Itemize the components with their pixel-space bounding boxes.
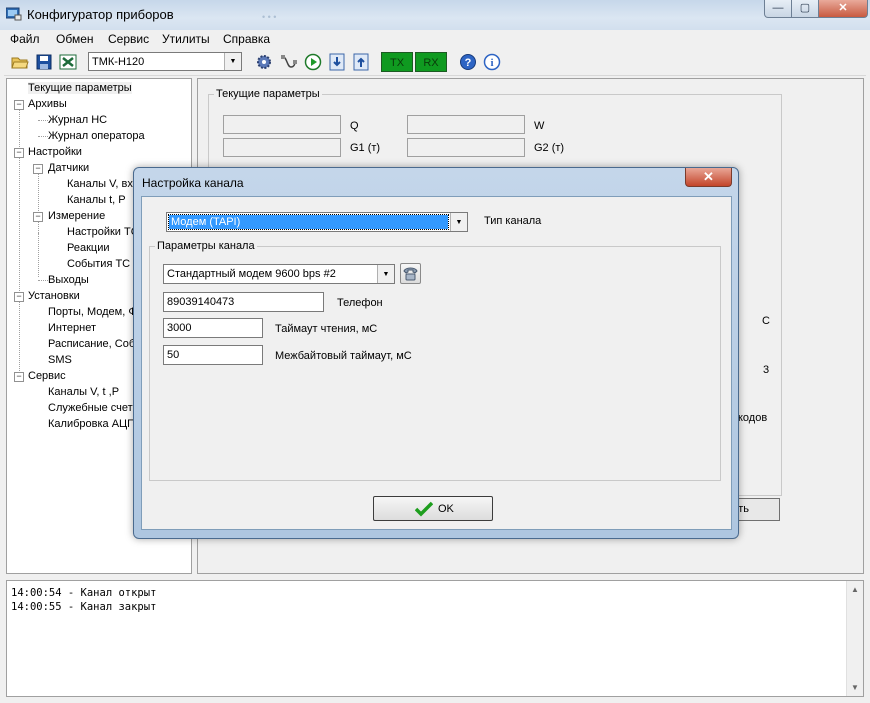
tree-item-service-counters[interactable]: Служебные счет: [48, 402, 133, 414]
menu-bar: Файл Обмен Сервис Утилиты Справка: [4, 30, 866, 48]
tree-collapse-icon[interactable]: −: [14, 292, 24, 302]
play-icon[interactable]: [304, 53, 322, 71]
tree-collapse-icon[interactable]: −: [14, 372, 24, 382]
tree-item-sensors[interactable]: Датчики: [48, 162, 89, 174]
device-select-value: ТМК-Н120: [92, 56, 145, 68]
g1-label: G1 (т): [350, 142, 381, 154]
q-label: Q: [350, 120, 359, 132]
tree-collapse-icon[interactable]: −: [14, 148, 24, 158]
menu-exchange[interactable]: Обмен: [56, 32, 94, 46]
download-icon[interactable]: [328, 53, 346, 71]
tree-item-schedule[interactable]: Расписание, Соб: [48, 338, 135, 350]
ok-button-label: OK: [438, 503, 454, 515]
tree-item-sms[interactable]: SMS: [48, 354, 72, 366]
tree-item-ts-settings[interactable]: Настройки ТС: [67, 226, 139, 238]
scroll-down-icon[interactable]: ▼: [851, 683, 859, 692]
open-folder-icon[interactable]: [11, 53, 29, 71]
tree-collapse-icon[interactable]: −: [33, 212, 43, 222]
w-field: [407, 115, 525, 134]
tree-item-internet[interactable]: Интернет: [48, 322, 96, 334]
event-log: 14:00:54 - Канал открыт 14:00:55 - Канал…: [6, 580, 864, 697]
ok-button[interactable]: [373, 496, 493, 521]
tree-item-service-channels[interactable]: Каналы V, t ,P: [48, 386, 119, 398]
minimize-button[interactable]: —: [764, 0, 792, 18]
g2-field: [407, 138, 525, 157]
byte-timeout-label: Межбайтовый таймаут, мС: [275, 350, 412, 362]
settings-gear-icon[interactable]: [255, 53, 273, 71]
svg-text:i: i: [490, 57, 493, 69]
tree-item-current-params[interactable]: Текущие параметры: [28, 82, 132, 94]
phone-input[interactable]: 89039140473: [163, 292, 324, 312]
close-button[interactable]: ✕: [818, 0, 868, 18]
tree-item-ts-events[interactable]: События ТС: [67, 258, 130, 270]
current-params-group-title: Текущие параметры: [214, 88, 322, 100]
upload-icon[interactable]: [352, 53, 370, 71]
channel-type-label: Тип канала: [484, 215, 542, 227]
g2-label: G2 (т): [534, 142, 565, 154]
log-scrollbar[interactable]: ▲ ▼: [846, 581, 863, 696]
menu-file[interactable]: Файл: [10, 32, 40, 46]
dialog-title: Настройка канала: [142, 176, 244, 190]
tree-collapse-icon[interactable]: −: [14, 100, 24, 110]
chevron-down-icon: ▼: [450, 213, 467, 231]
svg-text:?: ?: [465, 57, 472, 69]
q-field: [223, 115, 341, 134]
log-line: 14:00:55 - Канал закрыт: [11, 601, 157, 613]
menu-help[interactable]: Справка: [223, 32, 270, 46]
help-icon[interactable]: ?: [459, 53, 477, 71]
tree-item-outputs[interactable]: Выходы: [48, 274, 89, 286]
partial-label: 3: [763, 364, 770, 376]
modem-select[interactable]: Стандартный модем 9600 bps #2 ▼: [163, 264, 395, 284]
tree-item-adc-calibration[interactable]: Калибровка АЦП: [48, 418, 135, 430]
tree-item-reactions[interactable]: Реакции: [67, 242, 110, 254]
tree-item-channels-v[interactable]: Каналы V, вх: [67, 178, 133, 190]
info-icon[interactable]: i: [483, 53, 501, 71]
scroll-up-icon[interactable]: ▲: [851, 585, 859, 594]
channel-type-value: Модем (TAPI): [168, 214, 449, 230]
tree-collapse-icon[interactable]: −: [33, 164, 43, 174]
log-line: 14:00:54 - Канал открыт: [11, 587, 157, 599]
dialog-close-button[interactable]: ✕: [685, 168, 732, 187]
tree-item-service[interactable]: Сервис: [28, 370, 66, 382]
title-ghost-text: • • •: [262, 12, 277, 22]
chevron-down-icon: ▼: [377, 265, 394, 283]
telephone-icon: [403, 267, 418, 281]
chevron-down-icon: ▼: [224, 53, 241, 70]
tree-item-ports-modem[interactable]: Порты, Модем, Ф: [48, 306, 137, 318]
read-timeout-input[interactable]: 3000: [163, 318, 263, 338]
partial-label: С: [762, 315, 770, 327]
menu-service[interactable]: Сервис: [108, 32, 149, 46]
channel-params-group-title: Параметры канала: [155, 240, 257, 252]
tree-item-installations[interactable]: Установки: [28, 290, 80, 302]
g1-field: [223, 138, 341, 157]
window-title: Конфигуратор приборов: [27, 7, 174, 22]
channel-type-select[interactable]: Модем (TAPI) ▼: [166, 212, 468, 232]
excel-export-icon[interactable]: [59, 53, 77, 71]
connection-icon[interactable]: [280, 53, 298, 71]
save-icon[interactable]: [35, 53, 53, 71]
byte-timeout-input[interactable]: 50: [163, 345, 263, 365]
modem-select-value: Стандартный модем 9600 bps #2: [167, 268, 336, 280]
read-timeout-label: Таймаут чтения, мС: [275, 323, 378, 335]
menu-utilities[interactable]: Утилиты: [162, 32, 210, 46]
tree-item-channels-tp[interactable]: Каналы t, P: [67, 194, 126, 206]
tree-item-measurement[interactable]: Измерение: [48, 210, 105, 222]
rx-indicator: RX: [415, 52, 447, 72]
tree-item-ns-journal[interactable]: Журнал НС: [48, 114, 107, 126]
device-select[interactable]: ТМК-Н120 ▼: [88, 52, 242, 71]
phone-config-button[interactable]: [400, 263, 421, 284]
tree-item-settings[interactable]: Настройки: [28, 146, 82, 158]
app-icon: [6, 7, 22, 21]
checkmark-icon: [415, 501, 433, 517]
tx-indicator: TX: [381, 52, 413, 72]
partial-label: кодов: [738, 412, 768, 424]
maximize-button[interactable]: ▢: [791, 0, 819, 18]
w-label: W: [534, 120, 545, 132]
phone-label: Телефон: [337, 297, 383, 309]
tree-item-archives[interactable]: Архивы: [28, 98, 67, 110]
tree-item-operator-journal[interactable]: Журнал оператора: [48, 130, 145, 142]
